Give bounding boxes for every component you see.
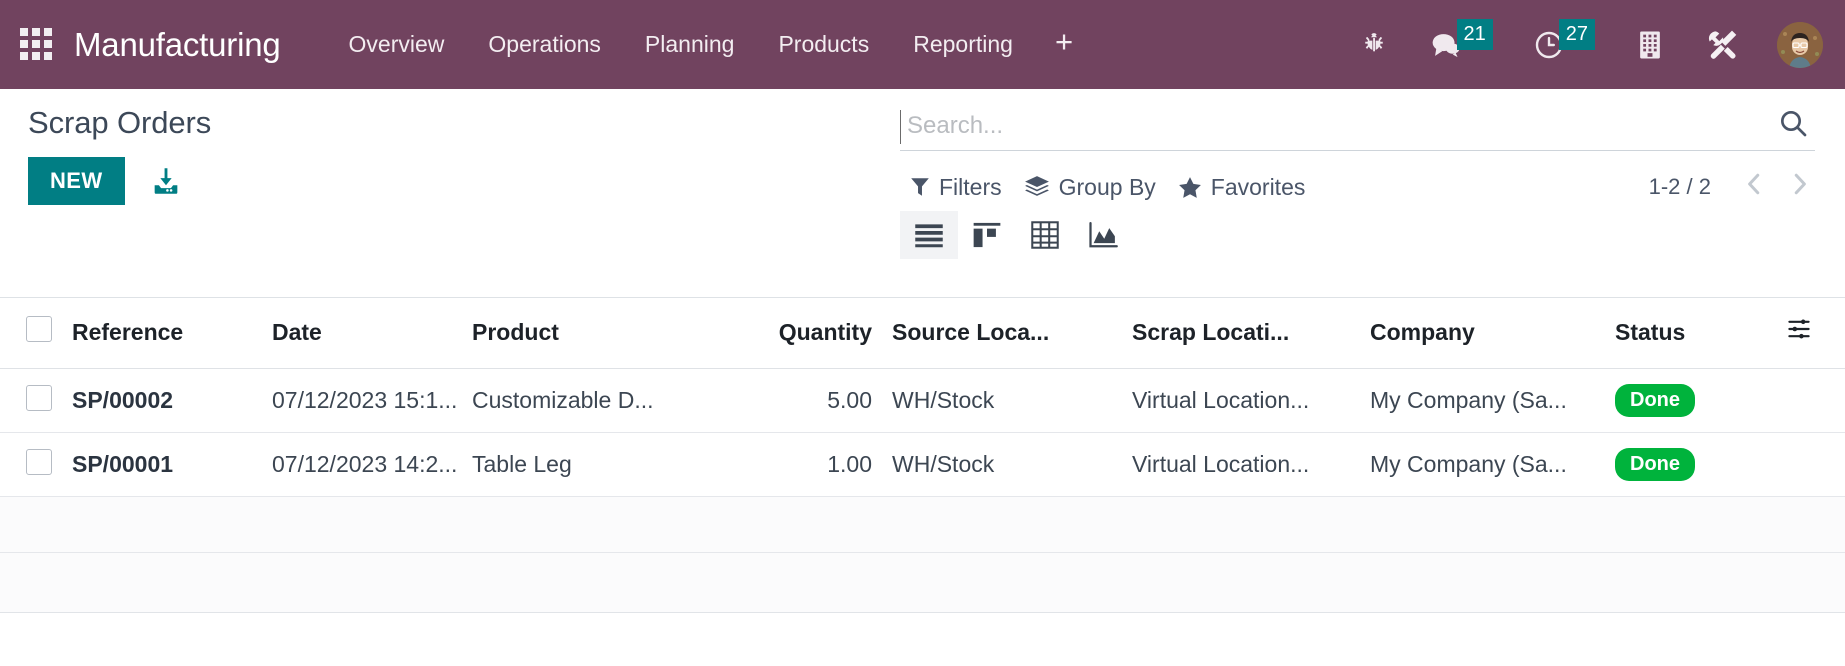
row-select-cell[interactable]	[0, 432, 62, 497]
chevron-right-icon[interactable]	[1779, 169, 1821, 205]
scrap-orders-table-area: Reference Date Product Quantity Source L…	[0, 298, 1845, 613]
table-body: SP/00002 07/12/2023 15:1... Customizable…	[0, 368, 1845, 553]
column-settings-sliders-icon[interactable]	[1775, 298, 1845, 369]
menu-operations[interactable]: Operations	[466, 21, 623, 68]
activities-badge: 27	[1558, 19, 1595, 50]
cell-source-location: WH/Stock	[882, 432, 1122, 497]
table-header-row: Reference Date Product Quantity Source L…	[0, 298, 1845, 369]
control-panel-buttons: NEW	[28, 157, 900, 205]
bug-icon[interactable]	[1339, 15, 1409, 75]
pivot-table-view-icon	[1031, 221, 1059, 249]
view-pivot[interactable]	[1016, 211, 1074, 259]
cell-scrap-location: Virtual Location...	[1122, 432, 1360, 497]
status-badge: Done	[1615, 384, 1695, 417]
header-company[interactable]: Company	[1360, 298, 1605, 369]
search-magnifier-icon[interactable]	[1763, 107, 1815, 144]
graph-area-view-icon	[1089, 222, 1118, 248]
pager-label: 1-2 / 2	[1648, 174, 1711, 199]
scrap-orders-table: Reference Date Product Quantity Source L…	[0, 298, 1845, 553]
pager: 1-2 / 2	[1649, 169, 1821, 205]
cell-reference: SP/00001	[62, 432, 262, 497]
cell-status: Done	[1605, 432, 1775, 497]
cell-scrap-location: Virtual Location...	[1122, 368, 1360, 433]
control-panel-right: Filters Group By Favorites	[900, 89, 1845, 259]
cell-product: Table Leg	[462, 432, 762, 497]
cell-product: Customizable D...	[462, 368, 762, 433]
user-avatar[interactable]	[1777, 21, 1823, 68]
activities-clock-icon[interactable]: 27	[1513, 15, 1615, 75]
status-badge: Done	[1615, 448, 1695, 481]
header-status[interactable]: Status	[1605, 298, 1775, 369]
favorites-label: Favorites	[1210, 173, 1306, 200]
menu-products[interactable]: Products	[756, 21, 891, 68]
company-building-icon[interactable]	[1615, 15, 1685, 75]
control-panel-left: Scrap Orders NEW	[0, 89, 900, 205]
top-navbar: Manufacturing Overview Operations Planni…	[0, 0, 1845, 89]
header-scrap-location[interactable]: Scrap Locati...	[1122, 298, 1360, 369]
group-by-button[interactable]: Group By	[1020, 170, 1174, 205]
view-list[interactable]	[900, 211, 958, 259]
main-menu: Overview Operations Planning Products Re…	[327, 21, 1094, 68]
search-tools-row: Filters Group By Favorites 1-2 / 2	[900, 169, 1821, 205]
table-empty-row	[0, 496, 1845, 553]
header-reference[interactable]: Reference	[62, 298, 262, 369]
list-view-icon	[915, 224, 943, 248]
menu-planning[interactable]: Planning	[623, 21, 757, 68]
filters-button[interactable]: Filters	[906, 170, 1020, 205]
cell-company: My Company (Sa...	[1360, 368, 1605, 433]
menu-reporting[interactable]: Reporting	[891, 21, 1035, 68]
filter-funnel-icon	[911, 178, 929, 196]
header-select-all[interactable]	[0, 298, 62, 369]
header-product[interactable]: Product	[462, 298, 762, 369]
cell-date: 07/12/2023 14:2...	[262, 432, 462, 497]
table-header: Reference Date Product Quantity Source L…	[0, 298, 1845, 369]
empty-cell	[0, 496, 1845, 553]
menu-overview[interactable]: Overview	[327, 21, 467, 68]
page-title: Scrap Orders	[28, 105, 212, 140]
cell-status: Done	[1605, 368, 1775, 433]
navbar-right-icons: 21 27	[1339, 15, 1823, 75]
messages-icon[interactable]: 21	[1409, 15, 1513, 75]
cell-options	[1775, 432, 1845, 497]
add-menu-plus-icon[interactable]: +	[1035, 22, 1093, 67]
table-row[interactable]: SP/00002 07/12/2023 15:1... Customizable…	[0, 368, 1845, 433]
row-checkbox[interactable]	[26, 384, 52, 411]
view-switcher	[900, 211, 1821, 259]
cell-date: 07/12/2023 15:1...	[262, 368, 462, 433]
app-brand-title[interactable]: Manufacturing	[74, 26, 281, 64]
chevron-left-icon[interactable]	[1733, 169, 1775, 205]
header-quantity[interactable]: Quantity	[762, 298, 882, 369]
control-panel: Scrap Orders NEW Search... Filters Group…	[0, 89, 1845, 298]
table-row[interactable]: SP/00001 07/12/2023 14:2... Table Leg 1.…	[0, 432, 1845, 497]
apps-grid-icon[interactable]	[20, 27, 54, 62]
kanban-view-icon	[973, 222, 1001, 248]
select-all-checkbox[interactable]	[26, 316, 52, 342]
row-checkbox[interactable]	[26, 448, 52, 475]
cell-source-location: WH/Stock	[882, 368, 1122, 433]
import-download-icon[interactable]	[143, 158, 189, 204]
cell-reference: SP/00002	[62, 368, 262, 433]
star-icon	[1178, 176, 1201, 198]
table-filler	[0, 553, 1845, 613]
view-graph[interactable]	[1074, 211, 1132, 259]
cell-company: My Company (Sa...	[1360, 432, 1605, 497]
cell-options	[1775, 368, 1845, 433]
view-kanban[interactable]	[958, 211, 1016, 259]
row-select-cell[interactable]	[0, 368, 62, 433]
cell-quantity: 1.00	[762, 432, 882, 497]
developer-tools-icon[interactable]	[1685, 15, 1761, 75]
cell-quantity: 5.00	[762, 368, 882, 433]
header-source-location[interactable]: Source Loca...	[882, 298, 1122, 369]
favorites-button[interactable]: Favorites	[1174, 170, 1324, 205]
new-button[interactable]: NEW	[28, 157, 125, 205]
filters-label: Filters	[939, 173, 1002, 200]
layers-icon	[1024, 176, 1049, 196]
search-input[interactable]	[900, 110, 1763, 144]
search-bar[interactable]	[900, 107, 1815, 151]
header-date[interactable]: Date	[262, 298, 462, 369]
messages-badge: 21	[1456, 19, 1493, 50]
group-by-label: Group By	[1058, 173, 1156, 200]
